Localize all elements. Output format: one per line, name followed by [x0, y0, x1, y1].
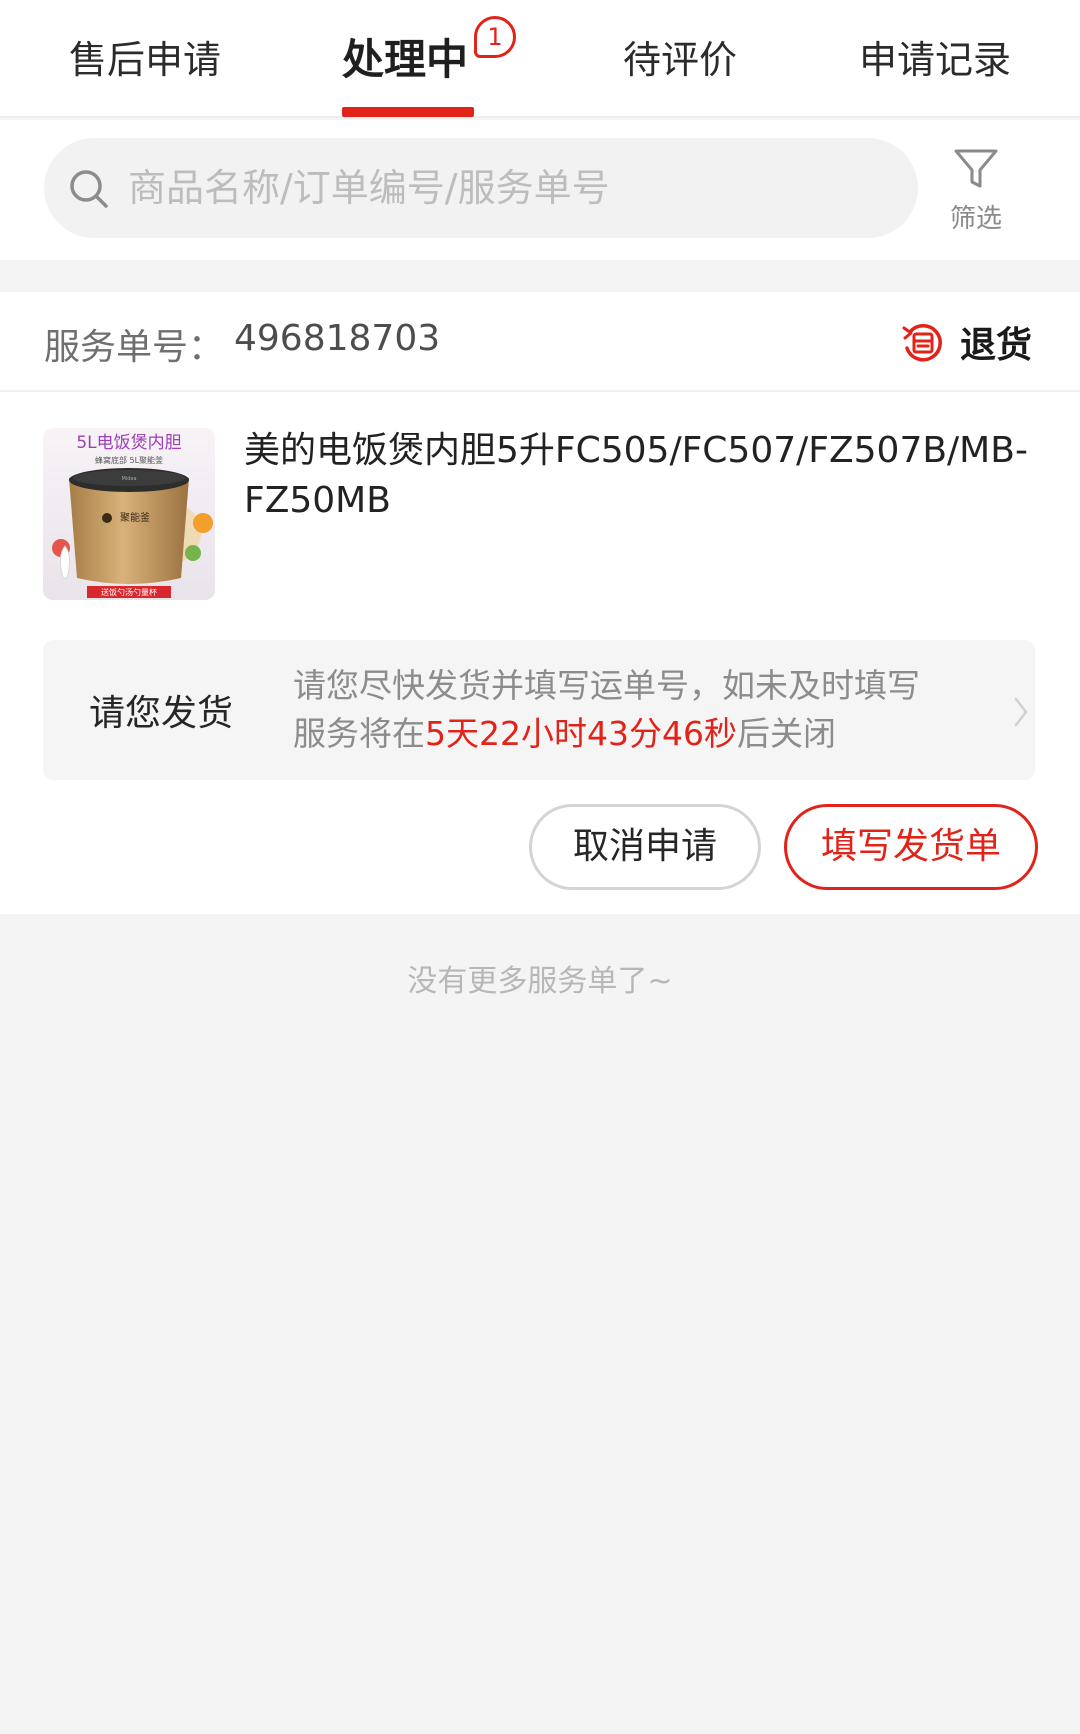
image-subtitle: 蜂窝底部 5L聚能釜	[95, 455, 163, 465]
search-bar: 筛选	[0, 120, 1080, 260]
image-body-label: 聚能釜	[120, 511, 150, 524]
service-order-header: 服务单号： 496818703 退货	[0, 292, 1080, 392]
filter-label: 筛选	[949, 204, 1002, 234]
tab-apply-records[interactable]: 申请记录	[830, 30, 1040, 90]
service-order-card: 服务单号： 496818703 退货 5L电饭煲内胆 蜂窝底部 5L聚能釜 Mi…	[0, 292, 1080, 914]
service-number-label: 服务单号：	[44, 327, 225, 368]
notice-body: 请您尽快发货并填写运单号，如未及时填写 服务将在5天22小时43分46秒后关闭	[293, 662, 993, 758]
tab-to-review[interactable]: 待评价	[575, 30, 785, 90]
filter-button[interactable]: 筛选	[936, 144, 1016, 240]
no-more-orders-text: 没有更多服务单了~	[407, 964, 673, 999]
tab-after-sale-apply[interactable]: 售后申请	[40, 30, 250, 90]
product-image[interactable]: 5L电饭煲内胆 蜂窝底部 5L聚能釜 Midea 聚能釜 送饭勺汤勺量杯	[43, 428, 215, 600]
notice-prefix: 服务将在	[293, 714, 425, 753]
chevron-right-icon	[1014, 697, 1028, 727]
image-brand: Midea	[121, 476, 136, 482]
app-root: 售后申请 处理中 1 待评价 申请记录 筛选 服务单号： 496818703	[0, 0, 1080, 1734]
product-title[interactable]: 美的电饭煲内胆5升FC505/FC507/FZ507B/MB-FZ50MB	[244, 426, 1044, 526]
cancel-application-button[interactable]: 取消申请	[529, 804, 761, 890]
search-icon	[70, 170, 108, 208]
countdown-timer: 5天22小时43分46秒	[425, 714, 737, 753]
image-footer: 送饭勺汤勺量杯	[101, 587, 157, 597]
search-box[interactable]	[44, 138, 918, 238]
tab-bar: 售后申请 处理中 1 待评价 申请记录	[0, 0, 1080, 118]
rice-cooker-pot-image: 5L电饭煲内胆 蜂窝底部 5L聚能釜 Midea 聚能釜 送饭勺汤勺量杯	[43, 428, 215, 600]
processing-count-badge: 1	[474, 16, 516, 58]
notice-line-2: 服务将在5天22小时43分46秒后关闭	[293, 710, 993, 758]
notice-line-1: 请您尽快发货并填写运单号，如未及时填写	[293, 666, 920, 705]
shipping-notice[interactable]: 请您发货 请您尽快发货并填写运单号，如未及时填写 服务将在5天22小时43分46…	[43, 640, 1035, 780]
notice-title: 请您发货	[89, 693, 234, 734]
image-headline: 5L电饭煲内胆	[76, 433, 181, 453]
notice-suffix: 后关闭	[736, 714, 836, 753]
service-number-value: 496818703	[234, 318, 441, 359]
active-tab-indicator	[342, 107, 474, 117]
filter-icon	[954, 149, 998, 188]
return-icon	[902, 324, 942, 362]
service-type-label: 退货	[960, 325, 1033, 366]
search-input[interactable]	[128, 154, 888, 222]
fill-shipping-form-button[interactable]: 填写发货单	[784, 804, 1038, 890]
